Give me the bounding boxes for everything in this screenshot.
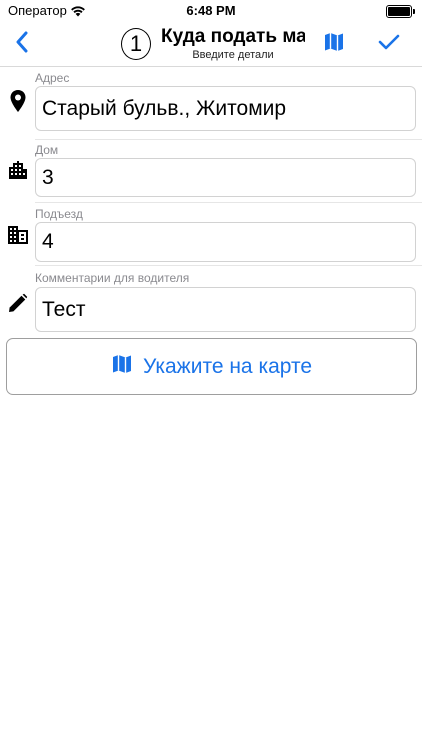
house-row: Дом 3 xyxy=(0,140,422,202)
back-button[interactable] xyxy=(8,30,36,58)
page-subtitle: Введите детали xyxy=(192,49,274,61)
navigation-bar: 1 Куда подать машину Введите детали xyxy=(0,22,422,67)
location-pin-icon xyxy=(6,89,30,113)
step-number-badge: 1 xyxy=(121,28,151,60)
address-label: Адрес xyxy=(35,71,70,85)
entrance-label: Подъезд xyxy=(35,207,83,221)
address-field[interactable]: Старый бульв., Житомир xyxy=(35,86,416,131)
map-icon xyxy=(111,353,133,380)
checkmark-icon xyxy=(378,33,400,56)
status-time: 6:48 PM xyxy=(186,3,236,18)
comment-field[interactable]: Тест xyxy=(35,287,416,332)
house-field[interactable]: 3 xyxy=(35,158,416,197)
building-icon xyxy=(6,158,30,182)
specify-on-map-label: Укажите на карте xyxy=(142,354,313,378)
comment-label: Комментарии для водителя xyxy=(35,271,190,285)
entrance-field[interactable]: 4 xyxy=(35,222,416,262)
entrance-row: Подъезд 4 xyxy=(0,203,422,265)
address-row: Адрес Старый бульв., Житомир xyxy=(0,67,422,139)
chevron-left-icon xyxy=(15,31,29,58)
battery-icon xyxy=(386,5,415,18)
specify-on-map-button[interactable]: Укажите на карте xyxy=(6,338,417,395)
office-building-icon xyxy=(6,223,30,247)
page-title: Куда подать машину xyxy=(161,26,305,47)
map-button[interactable] xyxy=(321,31,347,57)
pencil-icon xyxy=(6,291,30,315)
comment-row: Комментарии для водителя Тест xyxy=(0,266,422,334)
house-label: Дом xyxy=(35,143,59,157)
done-button[interactable] xyxy=(376,31,402,57)
map-icon xyxy=(323,31,345,58)
status-bar: Оператор 6:48 PM xyxy=(0,0,422,22)
